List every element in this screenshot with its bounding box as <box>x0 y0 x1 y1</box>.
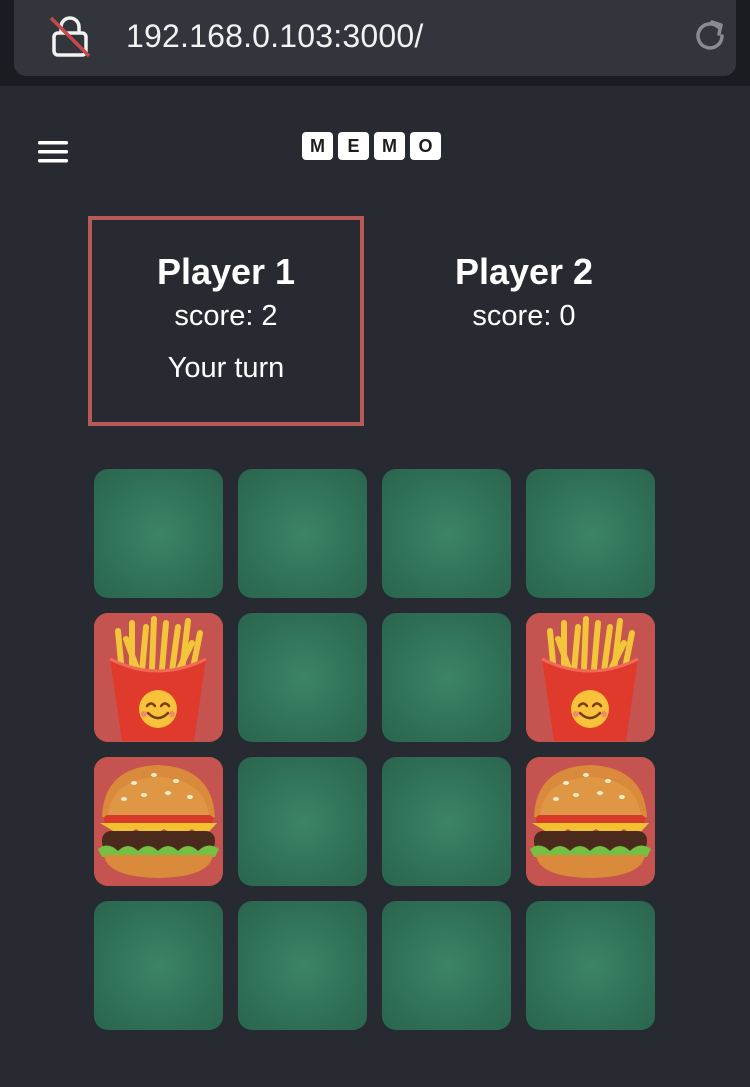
memory-card-hidden[interactable] <box>526 901 655 1030</box>
memory-card-hidden[interactable] <box>238 757 367 886</box>
memory-card-burger[interactable] <box>526 757 655 886</box>
player-score: score: 2 <box>174 300 278 332</box>
memory-card-hidden[interactable] <box>382 613 511 742</box>
address-bar[interactable]: 192.168.0.103:3000/ <box>14 0 736 76</box>
game-board <box>94 469 656 1031</box>
logo-letter: O <box>410 132 441 160</box>
hamburger-menu-icon[interactable] <box>38 138 68 166</box>
player-2-panel: Player 2 score: 0 <box>386 216 662 426</box>
memo-logo: M E M O <box>302 132 441 160</box>
memory-card-hidden[interactable] <box>382 757 511 886</box>
browser-toolbar: 192.168.0.103:3000/ <box>0 0 750 86</box>
logo-letter: M <box>302 132 333 160</box>
memory-card-hidden[interactable] <box>238 901 367 1030</box>
logo-letter: M <box>374 132 405 160</box>
memory-card-hidden[interactable] <box>94 901 223 1030</box>
fries-icon <box>526 613 655 742</box>
memory-card-hidden[interactable] <box>238 469 367 598</box>
memory-card-burger[interactable] <box>94 757 223 886</box>
burger-icon <box>94 757 223 886</box>
lock-slashed-icon[interactable] <box>48 15 92 59</box>
memory-card-fries[interactable] <box>94 613 223 742</box>
memo-game: M E M O Player 1 score: 2 Your turn Play… <box>0 86 750 1087</box>
memory-card-hidden[interactable] <box>382 469 511 598</box>
logo-letter: E <box>338 132 369 160</box>
turn-indicator: Your turn <box>167 352 285 384</box>
player-1-panel: Player 1 score: 2 Your turn <box>88 216 364 426</box>
memory-card-fries[interactable] <box>526 613 655 742</box>
player-score: score: 0 <box>472 300 576 332</box>
fries-icon <box>94 613 223 742</box>
burger-icon <box>526 757 655 886</box>
memory-card-hidden[interactable] <box>526 469 655 598</box>
memory-card-hidden[interactable] <box>238 613 367 742</box>
memory-card-hidden[interactable] <box>94 469 223 598</box>
url-text[interactable]: 192.168.0.103:3000/ <box>126 14 423 58</box>
player-name: Player 1 <box>156 251 296 292</box>
reload-icon[interactable] <box>690 16 730 56</box>
memory-card-hidden[interactable] <box>382 901 511 1030</box>
player-name: Player 2 <box>454 251 594 292</box>
